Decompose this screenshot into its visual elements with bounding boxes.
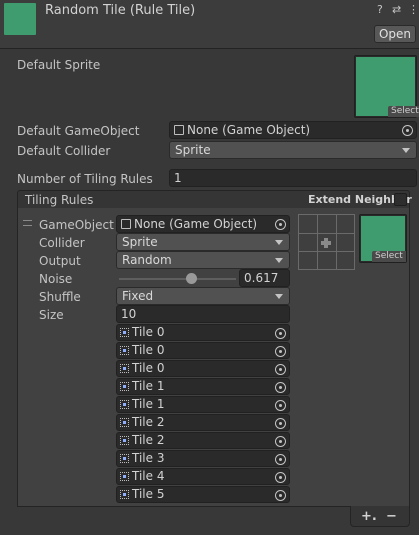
add-rule-button[interactable]: +. bbox=[361, 509, 377, 525]
header-divider bbox=[0, 48, 419, 49]
grid-line bbox=[299, 233, 354, 234]
tiling-rules-title: Tiling Rules bbox=[25, 193, 94, 207]
tile-slot-8[interactable]: Tile 4 bbox=[116, 468, 290, 485]
tile-asset-icon bbox=[120, 328, 129, 337]
tile-asset-icon bbox=[120, 490, 129, 499]
extend-neighbor-checkbox[interactable] bbox=[394, 193, 407, 206]
object-picker-icon[interactable] bbox=[275, 400, 286, 411]
tile-slot-label: Tile 0 bbox=[132, 325, 165, 339]
open-button[interactable]: Open bbox=[374, 25, 416, 43]
rule-gameobject-label: GameObject bbox=[39, 218, 114, 232]
tile-slot-label: Tile 2 bbox=[132, 433, 165, 447]
num-rules-input[interactable]: 1 bbox=[169, 169, 417, 187]
object-picker-icon[interactable] bbox=[275, 328, 286, 339]
rule-gameobject-value: None (Game Object) bbox=[134, 217, 258, 231]
rule-shuffle-value: Fixed bbox=[122, 289, 154, 303]
tile-slot-label: Tile 0 bbox=[132, 343, 165, 357]
object-picker-icon[interactable] bbox=[275, 418, 286, 429]
chevron-down-icon bbox=[275, 258, 283, 263]
grid-line bbox=[317, 215, 318, 269]
grid-line bbox=[336, 215, 337, 269]
rule-collider-label: Collider bbox=[39, 236, 85, 250]
chevron-down-icon bbox=[275, 240, 283, 245]
num-rules-label: Number of Tiling Rules bbox=[17, 172, 153, 186]
rule-output-label: Output bbox=[39, 254, 81, 268]
remove-rule-button[interactable]: − bbox=[386, 509, 397, 525]
default-sprite-select-button[interactable]: Select bbox=[388, 106, 419, 117]
asset-title: Random Tile (Rule Tile) bbox=[45, 3, 196, 18]
object-picker-icon[interactable] bbox=[402, 125, 413, 136]
noise-slider-thumb[interactable] bbox=[185, 273, 197, 284]
center-move-icon bbox=[321, 238, 331, 248]
tile-slot-7[interactable]: Tile 3 bbox=[116, 450, 290, 467]
rule-collider-dropdown[interactable]: Sprite bbox=[116, 233, 290, 251]
tile-slot-6[interactable]: Tile 2 bbox=[116, 432, 290, 449]
more-options-icon[interactable]: ⋮ bbox=[408, 4, 419, 16]
tile-asset-icon bbox=[120, 382, 129, 391]
tile-asset-icon bbox=[120, 364, 129, 373]
object-picker-icon[interactable] bbox=[275, 364, 286, 375]
tile-asset-icon bbox=[120, 346, 129, 355]
gameobject-cube-icon bbox=[121, 219, 131, 229]
default-gameobject-value: None (Game Object) bbox=[187, 123, 311, 137]
chevron-down-icon bbox=[275, 294, 283, 299]
tile-asset-icon bbox=[120, 400, 129, 409]
rule-noise-label: Noise bbox=[39, 272, 73, 286]
help-icon[interactable]: ? bbox=[377, 4, 383, 16]
default-gameobject-label: Default GameObject bbox=[17, 124, 140, 138]
default-collider-label: Default Collider bbox=[17, 144, 111, 158]
drag-handle-icon[interactable] bbox=[23, 220, 32, 226]
tiling-rules-footer bbox=[350, 506, 410, 527]
rule-gameobject-field[interactable]: None (Game Object) bbox=[116, 215, 290, 233]
rule-size-input[interactable]: 10 bbox=[116, 305, 290, 323]
object-picker-icon[interactable] bbox=[275, 382, 286, 393]
object-picker-icon[interactable] bbox=[275, 490, 286, 501]
object-picker-icon[interactable] bbox=[275, 346, 286, 357]
rule-size-label: Size bbox=[39, 308, 64, 322]
tile-slot-label: Tile 3 bbox=[132, 451, 165, 465]
tile-slot-label: Tile 0 bbox=[132, 361, 165, 375]
tile-asset-icon bbox=[120, 436, 129, 445]
tile-slot-1[interactable]: Tile 0 bbox=[116, 342, 290, 359]
object-picker-icon[interactable] bbox=[275, 436, 286, 447]
noise-slider-track[interactable] bbox=[119, 278, 236, 280]
gameobject-cube-icon bbox=[174, 125, 184, 135]
object-picker-icon[interactable] bbox=[275, 454, 286, 465]
tile-asset-icon bbox=[120, 472, 129, 481]
noise-value-input[interactable]: 0.617 bbox=[239, 269, 290, 287]
tile-slot-9[interactable]: Tile 5 bbox=[116, 486, 290, 503]
object-picker-icon[interactable] bbox=[275, 472, 286, 483]
tile-slot-label: Tile 1 bbox=[132, 397, 165, 411]
rule-sprite-select-button[interactable]: Select bbox=[372, 251, 406, 262]
tile-slot-label: Tile 2 bbox=[132, 415, 165, 429]
tile-slot-label: Tile 1 bbox=[132, 379, 165, 393]
tile-asset-icon bbox=[120, 454, 129, 463]
default-collider-dropdown[interactable]: Sprite bbox=[169, 141, 417, 159]
neighbor-rule-grid[interactable] bbox=[298, 214, 355, 270]
grid-line bbox=[299, 251, 354, 252]
rule-shuffle-dropdown[interactable]: Fixed bbox=[116, 287, 290, 305]
chevron-down-icon bbox=[402, 148, 410, 153]
default-sprite-label: Default Sprite bbox=[17, 58, 101, 72]
object-picker-icon[interactable] bbox=[275, 219, 286, 230]
tile-slot-5[interactable]: Tile 2 bbox=[116, 414, 290, 431]
tile-asset-icon bbox=[4, 3, 36, 35]
tile-slot-3[interactable]: Tile 1 bbox=[116, 378, 290, 395]
tile-slot-2[interactable]: Tile 0 bbox=[116, 360, 290, 377]
rule-output-value: Random bbox=[122, 253, 172, 267]
tile-asset-icon bbox=[120, 418, 129, 427]
tile-slot-label: Tile 4 bbox=[132, 469, 165, 483]
tile-slot-label: Tile 5 bbox=[132, 487, 165, 501]
tile-slot-0[interactable]: Tile 0 bbox=[116, 324, 290, 341]
rule-collider-value: Sprite bbox=[122, 235, 158, 249]
tile-slot-4[interactable]: Tile 1 bbox=[116, 396, 290, 413]
default-collider-value: Sprite bbox=[175, 143, 211, 157]
preset-settings-icon[interactable]: ⇄ bbox=[392, 4, 401, 16]
rule-shuffle-label: Shuffle bbox=[39, 290, 81, 304]
default-gameobject-field[interactable]: None (Game Object) bbox=[169, 121, 417, 139]
rule-output-dropdown[interactable]: Random bbox=[116, 251, 290, 269]
